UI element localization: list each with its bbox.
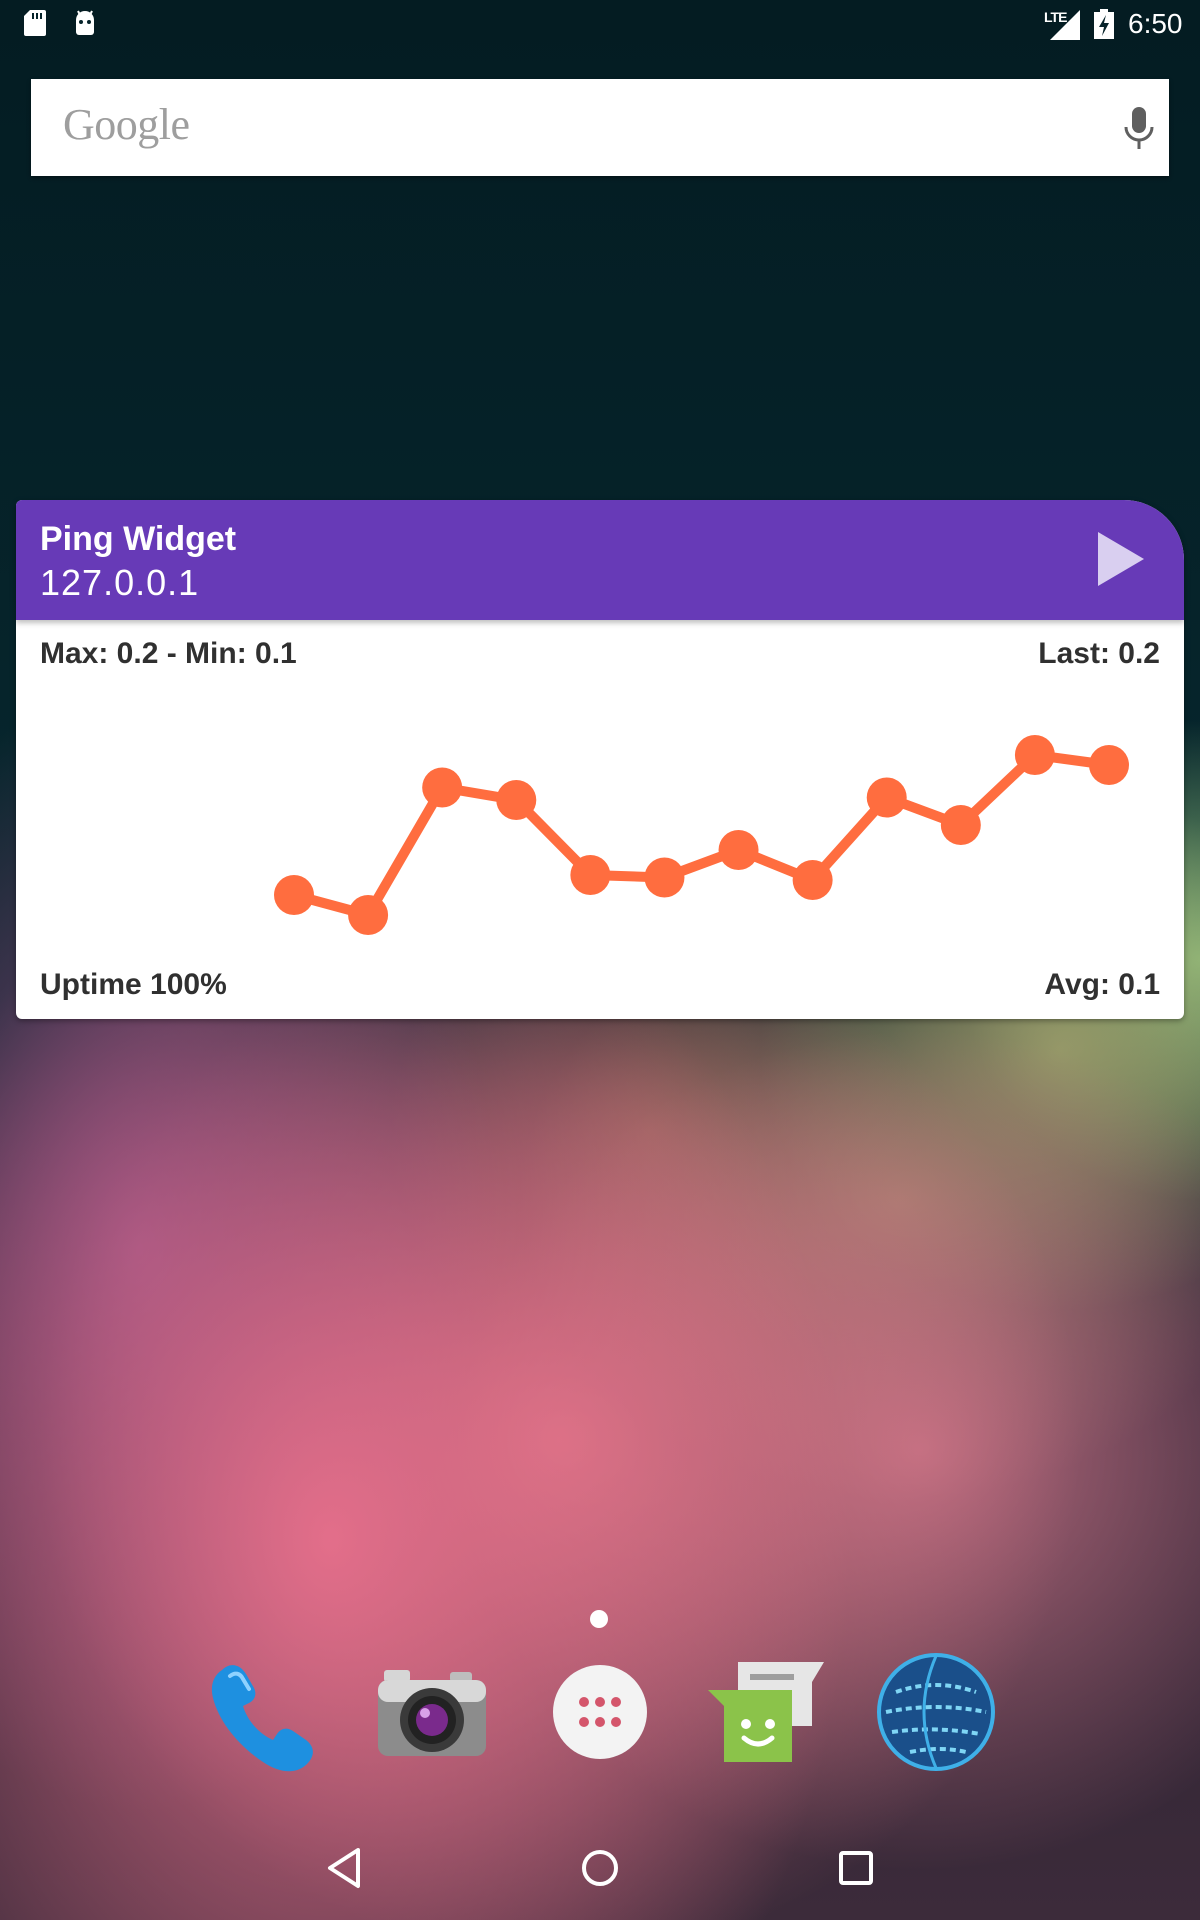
ping-line-chart (274, 735, 1129, 935)
ping-data-point (644, 857, 685, 898)
ping-data-point (348, 895, 389, 935)
max-min-stat: Max: 0.2 - Min: 0.1 (40, 637, 297, 670)
last-stat: Last: 0.2 (1038, 637, 1160, 670)
browser-app-icon[interactable] (876, 1652, 996, 1772)
ping-widget[interactable]: Ping Widget 127.0.0.1 Max: 0.2 - Min: 0.… (16, 500, 1184, 1019)
phone-app-icon[interactable] (200, 1652, 320, 1772)
widget-header: Ping Widget 127.0.0.1 (16, 500, 1184, 620)
ping-data-point (866, 777, 907, 818)
play-icon[interactable] (1090, 528, 1150, 590)
avg-stat: Avg: 0.1 (1044, 968, 1160, 1001)
ping-data-point (422, 767, 463, 808)
sd-card-icon (24, 10, 46, 36)
clock: 6:50 (1128, 8, 1183, 39)
ping-data-point (570, 855, 611, 895)
status-bar: LTE 6:50 (0, 0, 1200, 48)
page-indicator-dot (590, 1610, 608, 1628)
recents-icon[interactable] (826, 1838, 886, 1898)
ping-data-point (274, 875, 314, 915)
google-search-bar[interactable]: Google (31, 79, 1169, 176)
mic-icon[interactable] (1121, 105, 1157, 151)
ping-data-point (792, 860, 833, 900)
ping-data-point (718, 830, 759, 870)
app-drawer-icon[interactable] (540, 1652, 660, 1772)
ping-data-point (1014, 735, 1055, 775)
widget-title: Ping Widget (40, 520, 237, 558)
android-debug-icon (76, 10, 94, 35)
battery-charging-icon (1094, 9, 1114, 39)
ping-series-line (292, 750, 1110, 920)
home-icon[interactable] (570, 1838, 630, 1898)
back-icon[interactable] (314, 1838, 374, 1898)
google-logo: Google (63, 100, 190, 149)
ping-data-point (940, 805, 981, 845)
uptime-stat: Uptime 100% (40, 968, 227, 1001)
signal-icon (1050, 10, 1080, 40)
camera-app-icon[interactable] (372, 1652, 492, 1772)
widget-host-address: 127.0.0.1 (40, 562, 200, 603)
ping-data-point (1089, 745, 1129, 785)
ping-data-point (496, 780, 537, 820)
messenger-app-icon[interactable] (704, 1652, 824, 1772)
